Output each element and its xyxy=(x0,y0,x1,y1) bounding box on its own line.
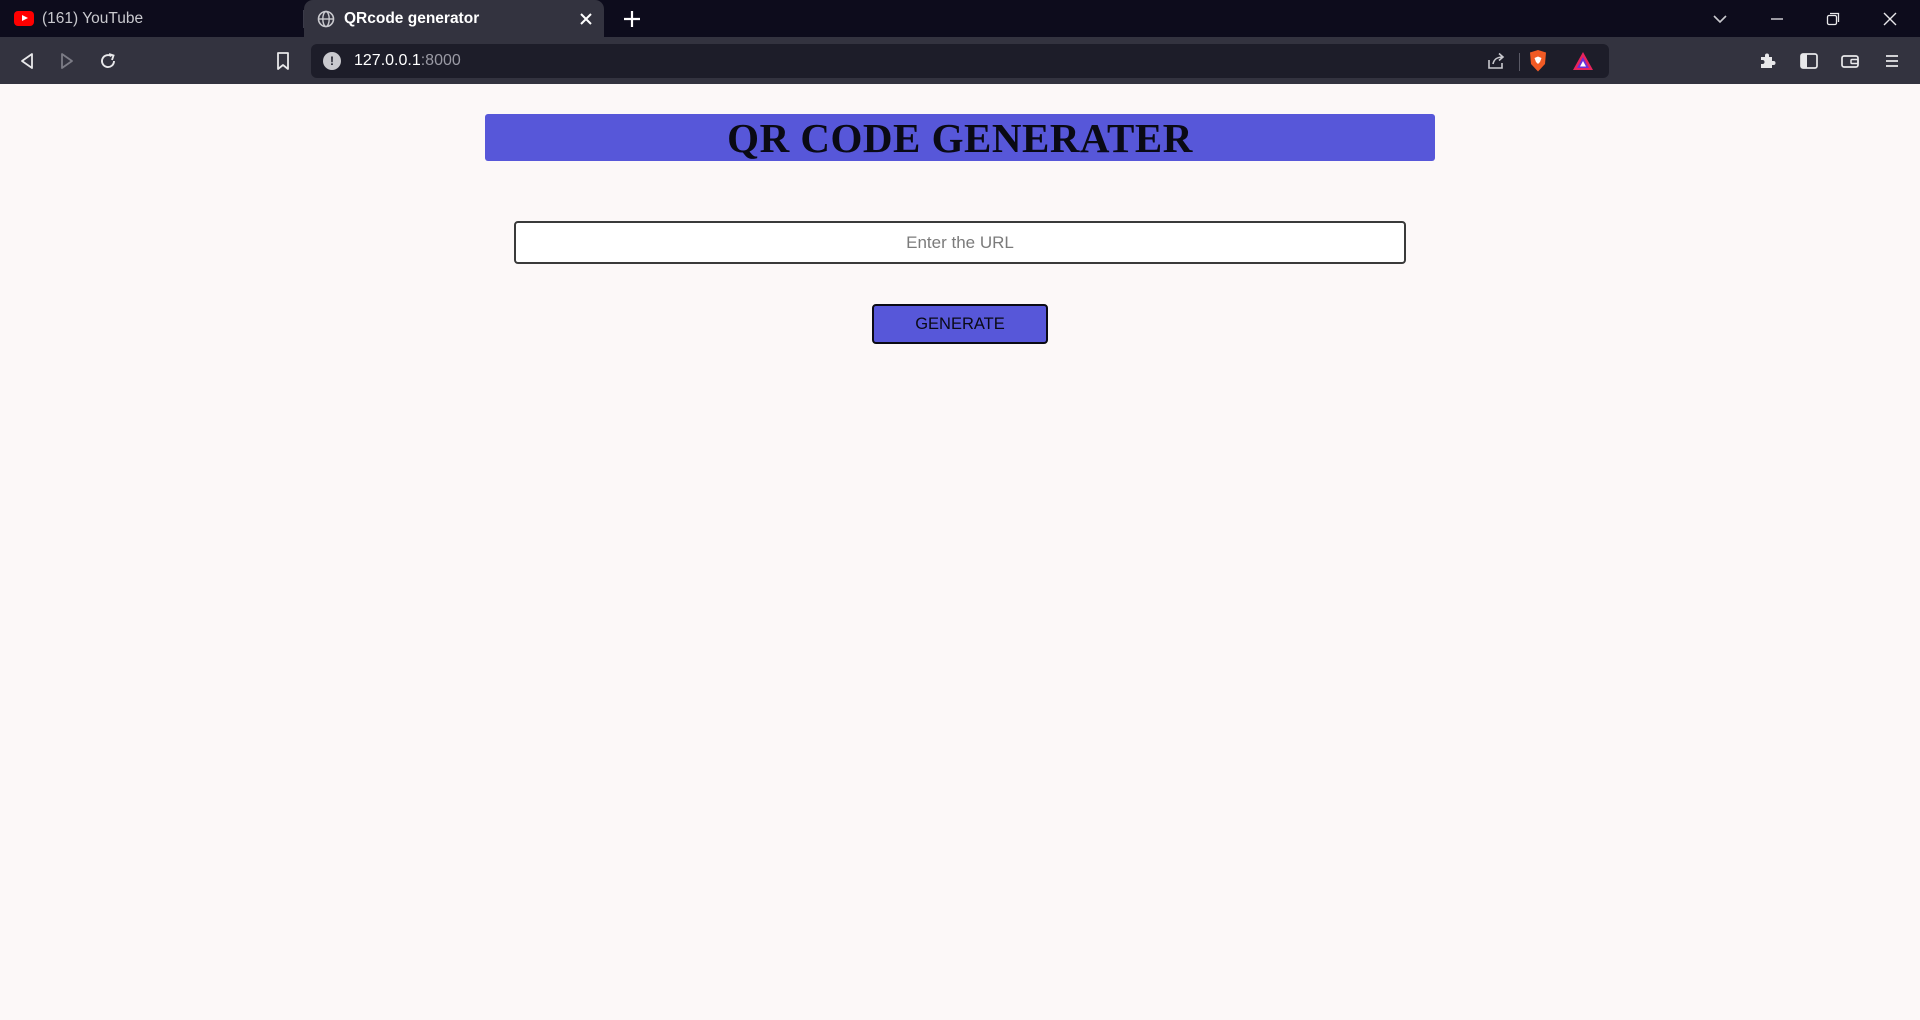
share-icon[interactable] xyxy=(1483,48,1509,74)
tab-label: QRcode generator xyxy=(344,9,480,27)
menu-icon[interactable] xyxy=(1879,48,1905,74)
site-info-icon[interactable]: ! xyxy=(323,52,341,70)
forward-icon[interactable] xyxy=(54,48,80,74)
tab-strip: (161) YouTube QRcode generator xyxy=(0,0,1920,37)
brave-shields-icon[interactable] xyxy=(1525,48,1551,74)
address-url[interactable]: 127.0.0.1:8000 xyxy=(354,52,461,70)
omnibox-divider xyxy=(1519,53,1520,71)
tab-label: (161) YouTube xyxy=(42,9,144,27)
title-banner: QR CODE GENERATER xyxy=(485,114,1435,161)
close-tab-icon[interactable] xyxy=(576,9,596,29)
tab-qrcode-generator[interactable]: QRcode generator xyxy=(304,0,604,37)
browser-toolbar: ! 127.0.0.1:8000 xyxy=(0,37,1920,84)
extensions-icon[interactable] xyxy=(1754,48,1780,74)
tab-youtube[interactable]: (161) YouTube xyxy=(0,0,303,37)
brave-rewards-icon[interactable] xyxy=(1570,48,1596,74)
url-input[interactable] xyxy=(514,221,1406,264)
globe-icon xyxy=(316,9,336,29)
reload-icon[interactable] xyxy=(95,48,121,74)
youtube-icon xyxy=(14,9,34,29)
url-host: 127.0.0.1 xyxy=(354,52,421,69)
new-tab-button[interactable] xyxy=(620,7,644,31)
restore-window-icon[interactable] xyxy=(1805,0,1861,37)
wallet-icon[interactable] xyxy=(1837,48,1863,74)
sidebar-icon[interactable] xyxy=(1796,48,1822,74)
minimize-icon[interactable] xyxy=(1749,0,1805,37)
url-port: :8000 xyxy=(420,52,461,69)
bookmark-icon[interactable] xyxy=(270,48,296,74)
page-title: QR CODE GENERATER xyxy=(727,114,1193,161)
generate-button[interactable]: GENERATE xyxy=(872,304,1048,344)
close-window-icon[interactable] xyxy=(1862,0,1918,37)
tab-search-chevron-icon[interactable] xyxy=(1692,0,1748,37)
back-icon[interactable] xyxy=(14,48,40,74)
address-bar[interactable]: ! 127.0.0.1:8000 xyxy=(311,44,1609,78)
page-content: QR CODE GENERATER GENERATE xyxy=(0,84,1920,1020)
